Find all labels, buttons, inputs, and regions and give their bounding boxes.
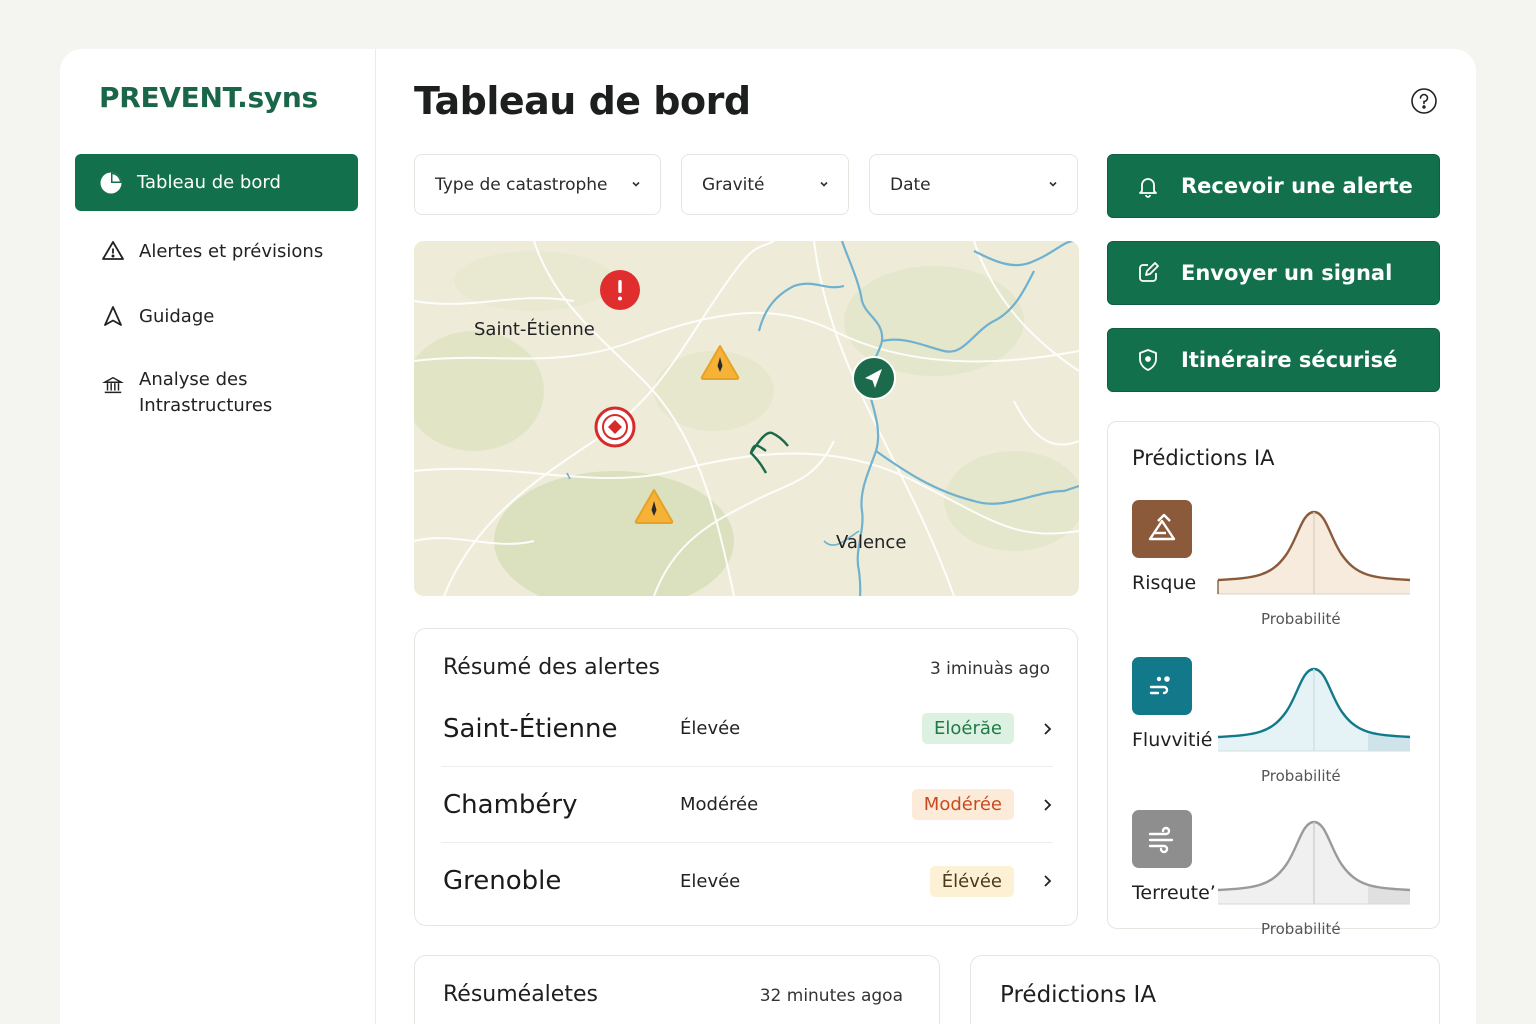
button-label: Recevoir une alerte (1181, 174, 1413, 198)
probability-curve (1217, 820, 1411, 905)
date-select[interactable]: Date (869, 154, 1078, 215)
ai-predictions-card-secondary: Prédictions IA (970, 955, 1440, 1024)
alert-city: Chambéry (443, 789, 578, 820)
map-terrain (414, 241, 1079, 596)
institution-icon (101, 373, 125, 397)
alert-city: Grenoble (443, 866, 562, 896)
card-title: Prédictions IA (1132, 446, 1275, 470)
navigation-arrow-icon (101, 304, 125, 328)
chevron-right-icon[interactable] (1014, 874, 1053, 888)
axis-label: Probabilité (1261, 920, 1341, 938)
alert-row[interactable]: Grenoble Elevée Élévée (441, 843, 1053, 919)
shield-icon (1135, 347, 1161, 373)
chevron-down-icon (818, 175, 830, 195)
edit-icon (1135, 260, 1161, 286)
map-label-valence: Valence (836, 532, 907, 553)
brand-logo: PREVENT.syns (99, 81, 318, 114)
prediction-name: Fluvvitié (1132, 729, 1213, 751)
alert-severity: Élevée (680, 718, 741, 739)
chevron-down-icon (630, 175, 642, 195)
sidebar-item-guide[interactable]: Guidage (75, 302, 358, 330)
sidebar-item-dashboard[interactable]: Tableau de bord (75, 154, 358, 211)
ai-predictions-card: Prédictions IA Risque Probabilité Fluvvi… (1107, 421, 1441, 938)
alert-city: Saint-Étienne (443, 713, 618, 744)
sidebar-item-label: Alertes et prévisions (139, 240, 324, 262)
alert-row[interactable]: Saint-Étienne Élevée Eloérăe (441, 691, 1053, 767)
timestamp: 32 minutes agoa (759, 986, 903, 1006)
sidebar-item-label: Analyse des Intrastructures (139, 369, 273, 416)
alert-row[interactable]: Chambéry Modérée Modérée (441, 767, 1053, 843)
safe-route-button[interactable]: Itinéraire sécurisé (1107, 328, 1440, 392)
sidebar: PREVENT.syns Tableau de bord Alertes et … (60, 49, 376, 1024)
help-icon[interactable] (1410, 87, 1438, 115)
select-value: Gravité (702, 174, 765, 195)
status-badge: Eloérăe (922, 713, 1014, 744)
prediction-item[interactable]: Terreute’ Probabilité (1108, 810, 1441, 950)
landslide-icon (1132, 500, 1192, 558)
pie-chart-icon (99, 171, 123, 195)
status-badge: Élévée (929, 865, 1014, 897)
button-label: Itinéraire sécurisé (1181, 348, 1398, 372)
warning-icon (101, 239, 125, 263)
alert-summary-card: Résumé des alertes 3 iminuàs ago Saint-É… (414, 628, 1078, 926)
alert-severity: Elevée (680, 870, 741, 892)
receive-alert-button[interactable]: Recevoir une alerte (1107, 154, 1440, 218)
button-label: Envoyer un signal (1181, 261, 1393, 285)
severity-select[interactable]: Gravité (681, 154, 849, 215)
select-value: Date (890, 174, 931, 195)
sidebar-item-alerts[interactable]: Alertes et prévisions (75, 237, 358, 265)
page-title: Tableau de bord (414, 79, 751, 123)
axis-label: Probabilité (1261, 610, 1341, 628)
sidebar-item-label: Guidage (139, 305, 215, 327)
flood-icon (1132, 657, 1192, 715)
app-window: PREVENT.syns Tableau de bord Alertes et … (60, 49, 1476, 1024)
chevron-right-icon[interactable] (1014, 798, 1053, 812)
prediction-item[interactable]: Risque Probabilité (1108, 500, 1441, 640)
sidebar-item-infrastructure[interactable]: Analyse des Intrastructures (75, 367, 358, 419)
select-value: Type de catastrophe (435, 174, 608, 195)
axis-label: Probabilité (1261, 767, 1341, 785)
map-label-saint-etienne: Saint-Étienne (474, 319, 595, 340)
alert-severity: Modérée (680, 794, 759, 815)
status-badge: Modérée (911, 789, 1014, 820)
send-signal-button[interactable]: Envoyer un signal (1107, 241, 1440, 305)
bell-icon (1135, 173, 1161, 199)
timestamp: 3 iminuàs ago (929, 659, 1050, 679)
chevron-down-icon (1047, 175, 1059, 195)
probability-curve (1217, 667, 1411, 752)
wind-icon (1132, 810, 1192, 868)
hazard-map[interactable]: Saint-Étienne Valence (414, 241, 1079, 596)
prediction-item[interactable]: Fluvvitié Probabilité (1108, 657, 1441, 797)
alert-summary-card-secondary: Résuméaletes 32 minutes agoa (414, 955, 940, 1024)
card-title: Prédictions IA (1000, 982, 1157, 1008)
card-title: Résumé des alertes (443, 655, 660, 680)
disaster-type-select[interactable]: Type de catastrophe (414, 154, 661, 215)
prediction-name: Risque (1132, 572, 1197, 594)
sidebar-item-label: Tableau de bord (137, 172, 281, 193)
card-title: Résuméaletes (443, 982, 598, 1007)
chevron-right-icon[interactable] (1014, 722, 1053, 736)
probability-curve (1216, 500, 1412, 596)
prediction-name: Terreute’ (1132, 882, 1216, 904)
